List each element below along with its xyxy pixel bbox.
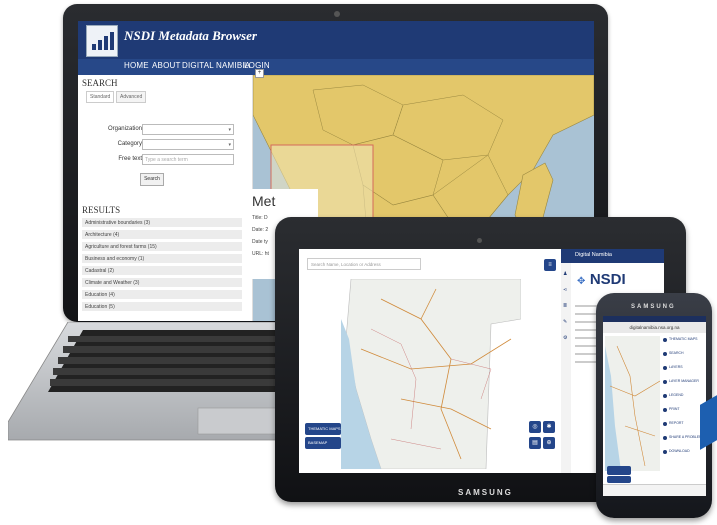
menu-icon[interactable]: ≡ (544, 259, 556, 271)
panel-title: Digital Namibia (575, 252, 612, 258)
metadata-row: Date: 2 (252, 227, 269, 233)
list-item[interactable]: Agriculture and forest farms (15) (82, 242, 242, 252)
free-text-input[interactable]: Type a search term (142, 154, 234, 165)
layers-icon[interactable]: ≣ (563, 303, 567, 309)
free-text-label: Free text (118, 156, 142, 162)
list-item[interactable]: Education (5) (82, 302, 242, 312)
settings-icon[interactable]: ⚙ (563, 335, 567, 341)
tablet-camera (477, 238, 482, 243)
tab-advanced[interactable]: Advanced (116, 91, 147, 103)
list-item[interactable]: Education (4) (82, 290, 242, 300)
tablet-brand: SAMSUNG (458, 488, 513, 497)
nav-bar: HOME ABOUT DIGITAL NAMIBIA LOGIN (78, 59, 594, 75)
list-item[interactable]: Administrative boundaries (3) (82, 218, 242, 228)
organization-select[interactable]: ▾ (142, 124, 234, 135)
nsdi-logo (86, 25, 118, 57)
results-header: RESULTS (82, 205, 121, 215)
share-icon[interactable]: ⋖ (563, 287, 567, 293)
list-item[interactable]: Business and economy (1) (82, 254, 242, 264)
menu-item[interactable]: SEARCH (669, 351, 684, 355)
tool-strip: ♟ ⋖ ≣ ✎ ⚙ (561, 263, 571, 473)
user-icon[interactable]: ♟ (563, 271, 567, 277)
list-item[interactable]: Cadastral (2) (82, 266, 242, 276)
nav-about[interactable]: ABOUT (152, 61, 181, 70)
laptop-camera (334, 11, 340, 17)
app-header: NSDI Metadata Browser (78, 21, 594, 59)
search-sidebar: SEARCH Standard Advanced Organization ▾ … (78, 75, 253, 321)
menu-item[interactable]: PRINT (669, 407, 680, 411)
nav-digital-namibia[interactable]: DIGITAL NAMIBIA (182, 61, 250, 70)
menu-item[interactable]: THEMATIC MAPS (669, 337, 698, 341)
logo-text: NSDI (589, 271, 626, 288)
namibia-road-map (341, 279, 521, 469)
list-item[interactable]: Climate and Weather (3) (82, 278, 242, 288)
basemap-button[interactable] (607, 476, 631, 483)
browser-toolbar (603, 484, 706, 496)
nav-home[interactable]: HOME (124, 61, 149, 70)
menu-item[interactable]: LEGEND (669, 393, 683, 397)
tab-standard[interactable]: Standard (86, 91, 115, 103)
print-icon[interactable]: ▤ (529, 437, 541, 449)
category-label: Category (117, 141, 142, 147)
basemap-button[interactable]: BASEMAP (305, 437, 341, 449)
menu-item[interactable]: REPORT (669, 421, 684, 425)
decorative-accent (700, 395, 717, 450)
menu-item[interactable]: DOWNLOAD (669, 449, 690, 453)
map-search-input[interactable]: Search Name, Location or Address (307, 258, 421, 270)
metadata-title: Met (252, 193, 276, 209)
phone-screen: digitalnamibia.nsa.org.na THEMATIC MAPS … (603, 316, 706, 496)
share-icon[interactable]: ⊕ (543, 437, 555, 449)
pencil-icon[interactable]: ✎ (563, 319, 567, 325)
list-item[interactable]: Architecture (4) (82, 230, 242, 240)
locate-icon[interactable]: ◎ (529, 421, 541, 433)
search-header: SEARCH (82, 78, 118, 88)
address-bar[interactable]: digitalnamibia.nsa.org.na (603, 322, 706, 333)
info-panel-header: Digital Namibia (561, 249, 664, 263)
search-button[interactable]: Search (140, 173, 164, 186)
zoom-in-button[interactable]: + (255, 69, 264, 78)
menu-item[interactable]: SHARE A PROBLEM (669, 435, 702, 439)
metadata-row: URL: ht (252, 251, 269, 257)
nsdi-panel-logo: ✥ NSDI (577, 271, 626, 289)
logo-mark-icon: ✥ (577, 276, 586, 287)
organization-label: Organization (107, 126, 142, 132)
phone-brand: SAMSUNG (631, 304, 676, 310)
thematic-maps-button[interactable]: THEMATIC MAPS (305, 423, 341, 435)
menu-item[interactable]: LAYER MANAGER (669, 379, 699, 383)
metadata-row: Title: D (252, 215, 268, 221)
metadata-row: Date ty (252, 239, 268, 245)
chevron-down-icon: ▾ (228, 127, 231, 133)
phone-map (605, 336, 660, 471)
thematic-maps-button[interactable] (607, 466, 631, 475)
chevron-down-icon: ▾ (228, 142, 231, 148)
gear-icon[interactable]: ✱ (543, 421, 555, 433)
app-title: NSDI Metadata Browser (124, 28, 257, 43)
menu-item[interactable]: LAYERS (669, 365, 683, 369)
category-select[interactable]: ▾ (142, 139, 234, 150)
